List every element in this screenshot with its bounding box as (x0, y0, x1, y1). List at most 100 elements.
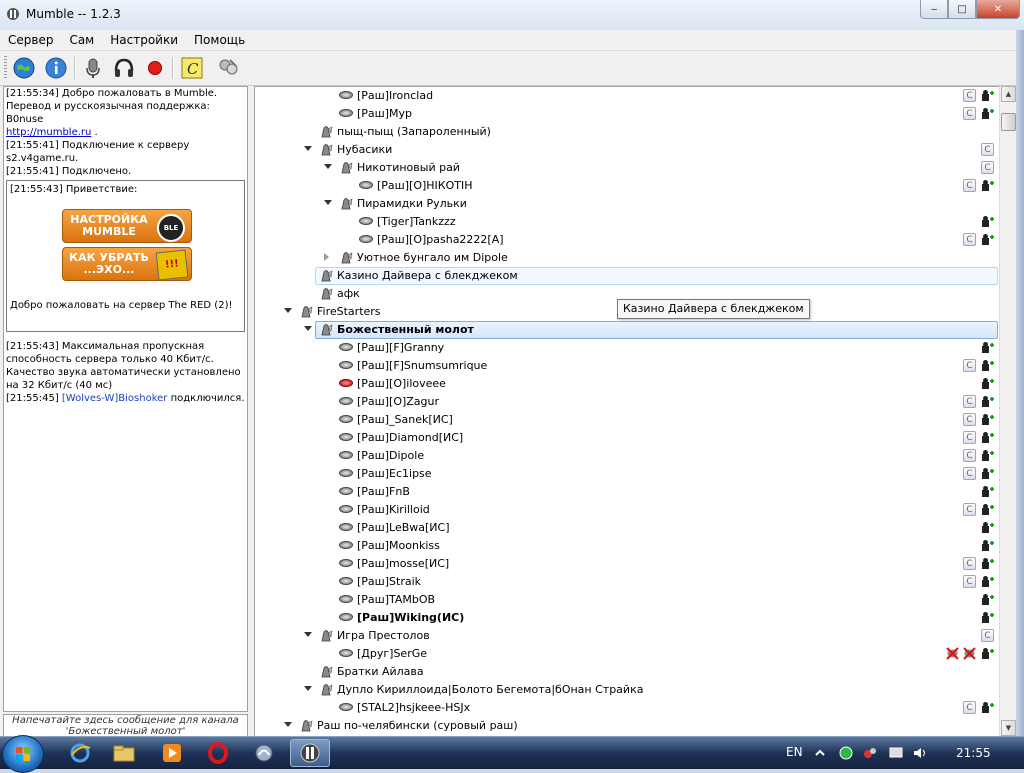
tray-app-icon[interactable] (838, 746, 854, 760)
user-row[interactable]: [Раш]mosse[ИС] C (255, 555, 1000, 573)
media-player-icon[interactable] (152, 739, 192, 767)
comment-icon[interactable]: C (963, 557, 976, 570)
collapse-arrow-icon[interactable] (284, 722, 292, 727)
comment-icon[interactable]: C (963, 89, 976, 102)
mumble-link[interactable]: http://mumble.ru (6, 127, 91, 138)
comment-icon[interactable]: C (981, 629, 994, 642)
comment-icon[interactable]: C (963, 503, 976, 516)
channel-row[interactable]: Казино Дайвера с блекджеком (255, 267, 1000, 285)
maximize-button[interactable]: □ (948, 0, 976, 19)
info-icon[interactable] (44, 56, 68, 80)
tray-expand-icon[interactable] (812, 746, 828, 760)
toolbar-grip[interactable] (4, 56, 7, 80)
comment-icon[interactable]: C (981, 143, 994, 156)
chat-message-input[interactable]: Напечатайте здесь сообщение для канала '… (3, 714, 248, 738)
user-row[interactable]: [Раш]Мур C (255, 105, 1000, 123)
banner-setup-mumble[interactable]: НАСТРОЙКА MUMBLE BLE (62, 209, 192, 243)
collapse-arrow-icon[interactable] (324, 200, 332, 205)
user-row[interactable]: [STAL2]hsjkeee-HSJx C (255, 699, 1000, 717)
microphone-mute-icon[interactable] (81, 56, 105, 80)
channel-tree[interactable]: [Раш]Ironclad C [Раш]Мур Cпыщ-пыщ (Запароле… (254, 86, 1001, 738)
channel-row[interactable]: Нубасики C (255, 141, 1000, 159)
collapse-arrow-icon[interactable] (324, 164, 332, 169)
channel-row[interactable]: Божественный молот (255, 321, 1000, 339)
close-button[interactable]: ✕ (976, 0, 1020, 19)
explorer-ie-icon[interactable] (60, 739, 100, 767)
tray-network-icon[interactable] (862, 746, 878, 760)
user-row[interactable]: [Раш]Dipole C (255, 447, 1000, 465)
channel-row[interactable]: Дупло Кириллоида|Болото Бегемота|бОнан С… (255, 681, 1000, 699)
record-icon[interactable] (143, 56, 167, 80)
comment-icon[interactable]: C (963, 233, 976, 246)
menu-server[interactable]: Сервер (0, 33, 61, 47)
start-button[interactable] (2, 735, 44, 773)
user-row[interactable]: [Раш]Wiking(ИС) (255, 609, 1000, 627)
tree-scrollbar[interactable]: ▲ ▼ (999, 86, 1017, 736)
channel-row[interactable]: Никотиновый рай C (255, 159, 1000, 177)
menu-settings[interactable]: Настройки (102, 33, 186, 47)
comment-icon[interactable]: C (981, 161, 994, 174)
menu-help[interactable]: Помощь (186, 33, 253, 47)
collapse-arrow-icon[interactable] (304, 686, 312, 691)
comment-icon[interactable]: C (963, 179, 976, 192)
scroll-up-button[interactable]: ▲ (1001, 86, 1016, 102)
channel-row[interactable]: Раш по-челябински (суровый раш) (255, 717, 1000, 735)
scroll-down-button[interactable]: ▼ (1001, 720, 1016, 736)
expand-arrow-icon[interactable] (324, 253, 329, 261)
user-row[interactable]: [Раш][О]pasha2222[А] C (255, 231, 1000, 249)
opera-icon[interactable] (198, 739, 238, 767)
collapse-arrow-icon[interactable] (304, 632, 312, 637)
globe-connect-icon[interactable] (12, 56, 36, 80)
comment-icon[interactable]: C (963, 575, 976, 588)
comment-icon[interactable]: C (963, 359, 976, 372)
folder-icon[interactable] (104, 739, 144, 767)
user-row[interactable]: [Раш]TAMbOB (255, 591, 1000, 609)
banner-remove-echo[interactable]: КАК УБРАТЬ ...ЭХО... !!! (62, 247, 192, 281)
user-row[interactable]: [Раш]_Sanek[ИС] C (255, 411, 1000, 429)
comment-c-icon[interactable]: C (180, 56, 204, 80)
comment-icon[interactable]: C (963, 467, 976, 480)
comment-icon[interactable]: C (963, 701, 976, 714)
collapse-arrow-icon[interactable] (304, 146, 312, 151)
clock[interactable]: 21:55 (956, 746, 991, 760)
collapse-arrow-icon[interactable] (284, 308, 292, 313)
comment-icon[interactable]: C (963, 413, 976, 426)
user-row[interactable]: [Раш]Ironclad C (255, 87, 1000, 105)
user-row[interactable]: [Раш][F]Granny (255, 339, 1000, 357)
user-row[interactable]: [Раш]FnB (255, 483, 1000, 501)
headphones-deafen-icon[interactable] (112, 56, 136, 80)
comment-icon[interactable]: C (963, 395, 976, 408)
user-row[interactable]: [Раш]Ec1ipse C (255, 465, 1000, 483)
chat-log[interactable]: [21:55:34] Добро пожаловать в Mumble. Пе… (3, 86, 248, 712)
user-row[interactable]: [Раш]Kirilloid C (255, 501, 1000, 519)
configure-users-icon[interactable] (216, 56, 240, 80)
tray-flag-icon[interactable] (888, 746, 904, 760)
channel-row[interactable]: Братки Айлава (255, 663, 1000, 681)
language-indicator[interactable]: EN (786, 745, 803, 759)
user-row[interactable]: [Раш]Diamond[ИС] C (255, 429, 1000, 447)
user-row[interactable]: [Раш][О]iloveee (255, 375, 1000, 393)
user-row[interactable]: [Раш]Straik C (255, 573, 1000, 591)
collapse-arrow-icon[interactable] (304, 326, 312, 331)
user-row[interactable]: [Раш]Moonkiss (255, 537, 1000, 555)
comment-icon[interactable]: C (963, 107, 976, 120)
comment-icon[interactable]: C (963, 431, 976, 444)
user-row[interactable]: [Раш][О]Zagur C (255, 393, 1000, 411)
user-row[interactable]: [Раш][F]Snumsumrique C (255, 357, 1000, 375)
tray-volume-icon[interactable] (912, 746, 928, 760)
user-row[interactable]: [Раш][О]НIКОТIН C (255, 177, 1000, 195)
user-row[interactable]: [Tiger]Tankzzz (255, 213, 1000, 231)
log-user-link[interactable]: [Wolves-W]Bioshoker (62, 393, 168, 404)
channel-row[interactable]: Уютное бунгало им Dipole (255, 249, 1000, 267)
scroll-thumb[interactable] (1001, 113, 1016, 131)
channel-row[interactable]: пыщ-пыщ (Запароленный) (255, 123, 1000, 141)
channel-row[interactable]: Пирамидки Рульки (255, 195, 1000, 213)
menu-self[interactable]: Сам (61, 33, 102, 47)
mumble-taskbar-icon[interactable] (290, 739, 330, 767)
minimize-button[interactable]: ‒ (920, 0, 948, 19)
comment-icon[interactable]: C (963, 449, 976, 462)
channel-row[interactable]: Игра Престолов C (255, 627, 1000, 645)
user-row[interactable]: [Раш]LeBwa[ИС] (255, 519, 1000, 537)
user-row[interactable]: [Друг]SerGe (255, 645, 1000, 663)
app-icon[interactable] (244, 739, 284, 767)
